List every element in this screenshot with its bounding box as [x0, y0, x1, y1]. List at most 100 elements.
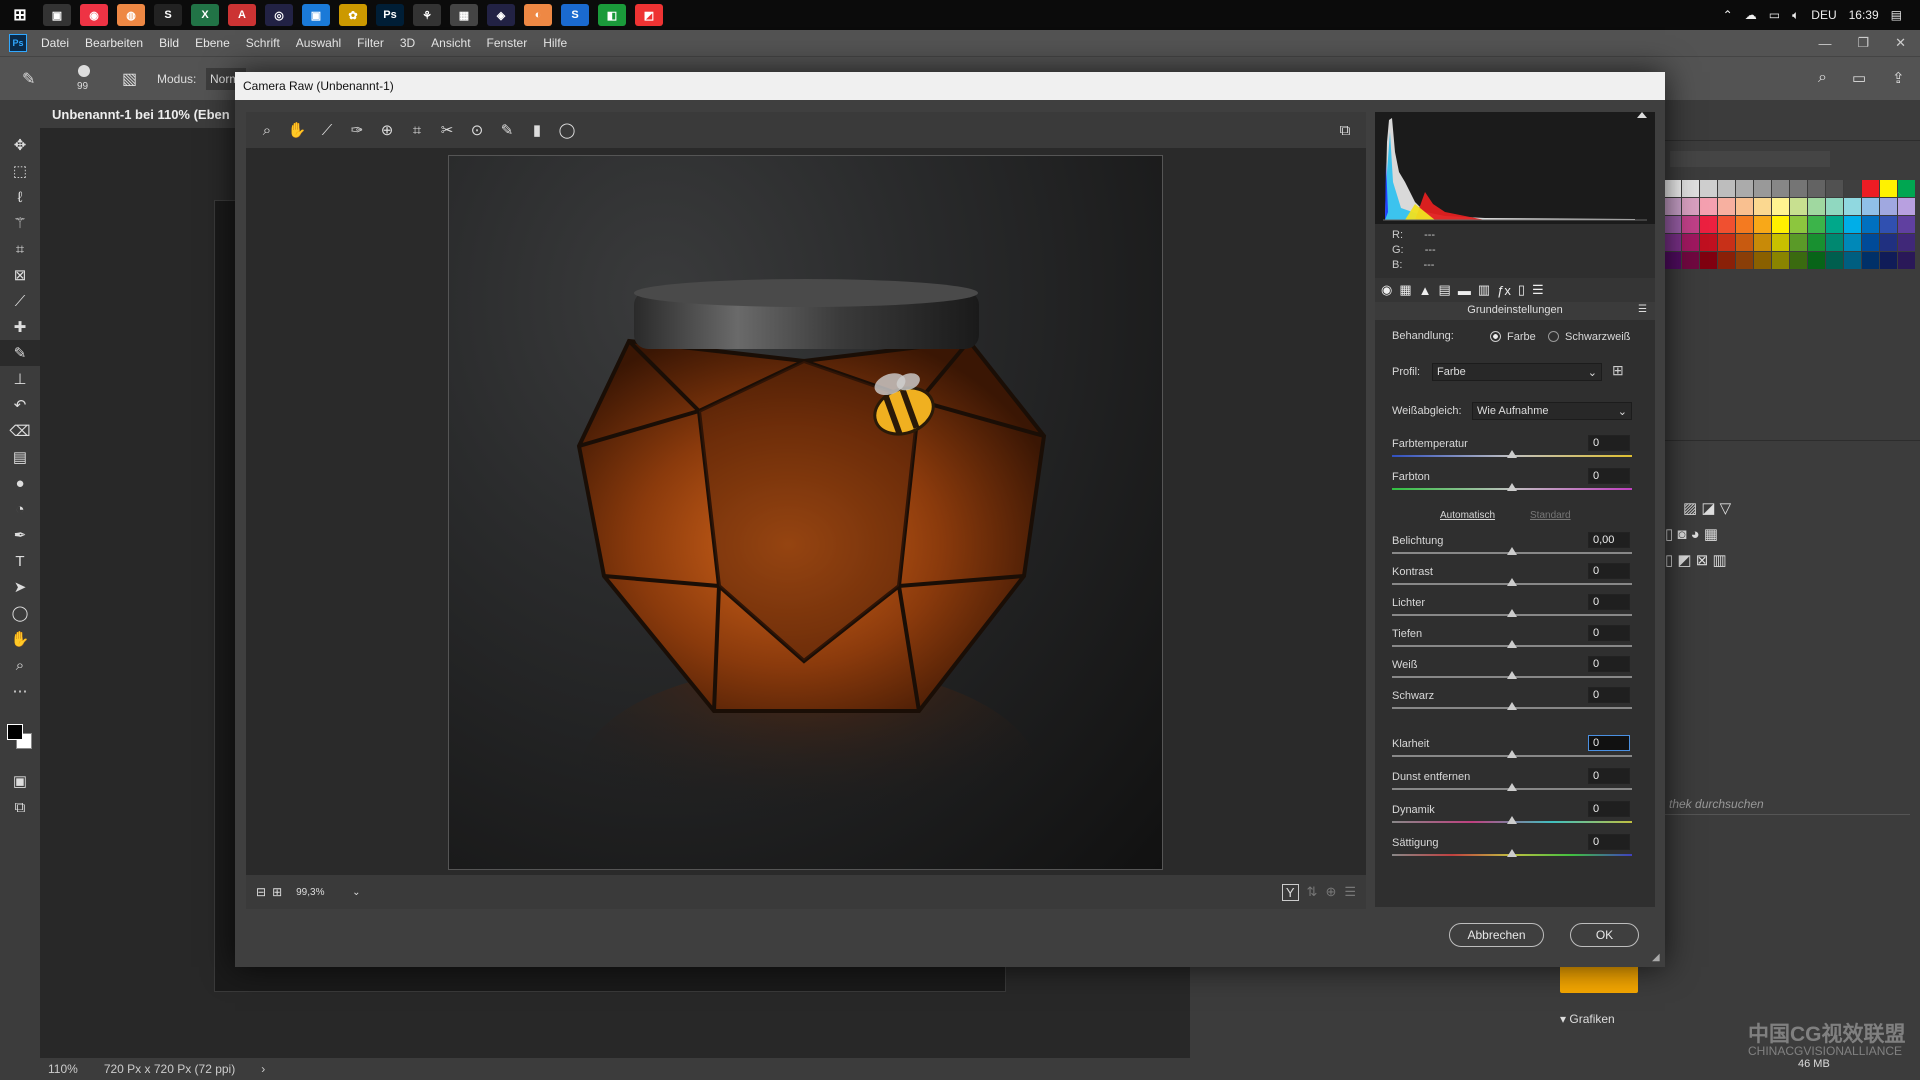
move-tool-icon[interactable]: ✥: [0, 132, 40, 158]
panel-menu-icon[interactable]: ☰: [1638, 304, 1647, 315]
taskbar-app-icon[interactable]: X: [191, 4, 219, 26]
lens-tab-icon[interactable]: ▥: [1478, 282, 1490, 298]
color-swatch[interactable]: [1754, 234, 1771, 251]
menu-3d[interactable]: 3D: [400, 36, 415, 50]
slider-thumb[interactable]: [1507, 450, 1517, 458]
preview-zoom-value[interactable]: 99,3%: [296, 887, 346, 898]
swap-icon[interactable]: ⇅: [1307, 884, 1318, 900]
resize-grip-icon[interactable]: ◢: [1652, 952, 1660, 963]
graduated-filter-icon[interactable]: ▮: [522, 121, 552, 139]
fx-tab-icon[interactable]: ƒx: [1497, 283, 1511, 298]
taskbar-app-icon[interactable]: A: [228, 4, 256, 26]
crop-tool-icon[interactable]: ⌗: [0, 236, 40, 262]
brush-tool-icon[interactable]: ✎: [22, 69, 35, 89]
detail-tab-icon[interactable]: ▲: [1419, 283, 1432, 298]
stamp-tool-icon[interactable]: ⊥: [0, 366, 40, 392]
menu-bearbeiten[interactable]: Bearbeiten: [85, 36, 143, 50]
color-swatch[interactable]: [1736, 216, 1753, 233]
history-brush-icon[interactable]: ↶: [0, 392, 40, 418]
slider-value-input[interactable]: 0: [1588, 468, 1630, 484]
color-swatch[interactable]: [1808, 252, 1825, 269]
color-swatch[interactable]: [1880, 216, 1897, 233]
grafiken-header[interactable]: ▾ Grafiken: [1560, 1012, 1615, 1026]
color-swatch[interactable]: [1664, 234, 1681, 251]
color-swatch[interactable]: [1664, 198, 1681, 215]
color-swatch[interactable]: [1826, 252, 1843, 269]
color-swatch[interactable]: [1790, 198, 1807, 215]
slider-thumb[interactable]: [1507, 671, 1517, 679]
color-swatch[interactable]: [1844, 198, 1861, 215]
color-swatch[interactable]: [1808, 234, 1825, 251]
frame-tool-icon[interactable]: ⊠: [0, 262, 40, 288]
slider-value-input[interactable]: 0: [1588, 687, 1630, 703]
color-swatch[interactable]: [1772, 180, 1789, 197]
color-swatch[interactable]: [1790, 234, 1807, 251]
taskbar-app-icon[interactable]: ◉: [80, 4, 108, 26]
menu-datei[interactable]: Datei: [41, 36, 69, 50]
notification-icon[interactable]: ▤: [1891, 8, 1902, 22]
color-swatch[interactable]: [1790, 252, 1807, 269]
taskbar-app-icon[interactable]: ◐: [524, 4, 552, 26]
foreground-color[interactable]: [7, 724, 23, 740]
color-swatch[interactable]: [1844, 252, 1861, 269]
color-swatch[interactable]: [1754, 180, 1771, 197]
menu-fenster[interactable]: Fenster: [487, 36, 528, 50]
clock[interactable]: 16:39: [1849, 8, 1879, 22]
taskbar-app-icon[interactable]: Ps: [376, 4, 404, 26]
color-swatch[interactable]: [1682, 180, 1699, 197]
ok-button[interactable]: OK: [1570, 923, 1639, 947]
adjustment-icon[interactable]: ▨ ◪ ▽: [1683, 499, 1731, 517]
color-swatch[interactable]: [1808, 216, 1825, 233]
color-swatch[interactable]: [1718, 252, 1735, 269]
slider-value-input[interactable]: 0: [1588, 594, 1630, 610]
color-swatch[interactable]: [1664, 252, 1681, 269]
preview-settings-icon[interactable]: ☰: [1344, 884, 1356, 900]
adjustment-brush-icon[interactable]: ✎: [492, 121, 522, 139]
windows-start-icon[interactable]: ⊞: [6, 4, 34, 26]
swatch-search[interactable]: [1670, 151, 1830, 167]
copy-settings-icon[interactable]: ⊕: [1325, 884, 1336, 900]
healing-brush-icon[interactable]: ✚: [0, 314, 40, 340]
color-swatch[interactable]: [1862, 180, 1879, 197]
color-swatch[interactable]: [1772, 234, 1789, 251]
color-swatch[interactable]: [1898, 180, 1915, 197]
color-swatch[interactable]: [1844, 216, 1861, 233]
slider-thumb[interactable]: [1507, 750, 1517, 758]
color-swatch[interactable]: [1736, 198, 1753, 215]
straighten-icon[interactable]: ⌗: [402, 122, 432, 139]
split-toning-tab-icon[interactable]: ▬: [1458, 283, 1471, 298]
volume-icon[interactable]: 🔈︎: [1792, 8, 1799, 23]
zoom-dropdown-icon[interactable]: ⌄: [352, 887, 360, 898]
menu-filter[interactable]: Filter: [357, 36, 384, 50]
presets-tab-icon[interactable]: ☰: [1532, 282, 1544, 298]
color-swatch[interactable]: [1862, 216, 1879, 233]
color-swatch[interactable]: [1880, 180, 1897, 197]
taskbar-app-icon[interactable]: ▣: [43, 4, 71, 26]
hand-tool-icon[interactable]: ✋: [0, 626, 40, 652]
hand-icon[interactable]: ✋: [282, 121, 312, 139]
taskbar-app-icon[interactable]: ▦: [450, 4, 478, 26]
standard-link[interactable]: Standard: [1530, 510, 1571, 521]
color-swatch[interactable]: [1700, 198, 1717, 215]
taskbar-app-icon[interactable]: ◧: [598, 4, 626, 26]
tone-curve-tab-icon[interactable]: ▦: [1399, 282, 1411, 298]
slider-value-input[interactable]: 0,00: [1588, 532, 1630, 548]
slider-thumb[interactable]: [1507, 849, 1517, 857]
menu-bild[interactable]: Bild: [159, 36, 179, 50]
profile-browser-icon[interactable]: ⊞: [1612, 362, 1624, 379]
menu-schrift[interactable]: Schrift: [246, 36, 280, 50]
slider-thumb[interactable]: [1507, 783, 1517, 791]
color-swatch[interactable]: [1790, 180, 1807, 197]
screen-mode-icon[interactable]: ⧉: [0, 794, 40, 820]
automatisch-link[interactable]: Automatisch: [1440, 510, 1495, 521]
color-swatch[interactable]: [1826, 234, 1843, 251]
color-swatch[interactable]: [1736, 180, 1753, 197]
ellipse-tool-icon[interactable]: ◯: [0, 600, 40, 626]
slider-thumb[interactable]: [1507, 547, 1517, 555]
color-swatch[interactable]: [1754, 252, 1771, 269]
brush-settings-icon[interactable]: ▧: [122, 69, 137, 89]
brush-preset-dot[interactable]: [78, 65, 90, 77]
eraser-icon[interactable]: ⌫: [0, 418, 40, 444]
color-swatch[interactable]: [1682, 252, 1699, 269]
more-tools-icon[interactable]: ⋯: [0, 678, 40, 704]
